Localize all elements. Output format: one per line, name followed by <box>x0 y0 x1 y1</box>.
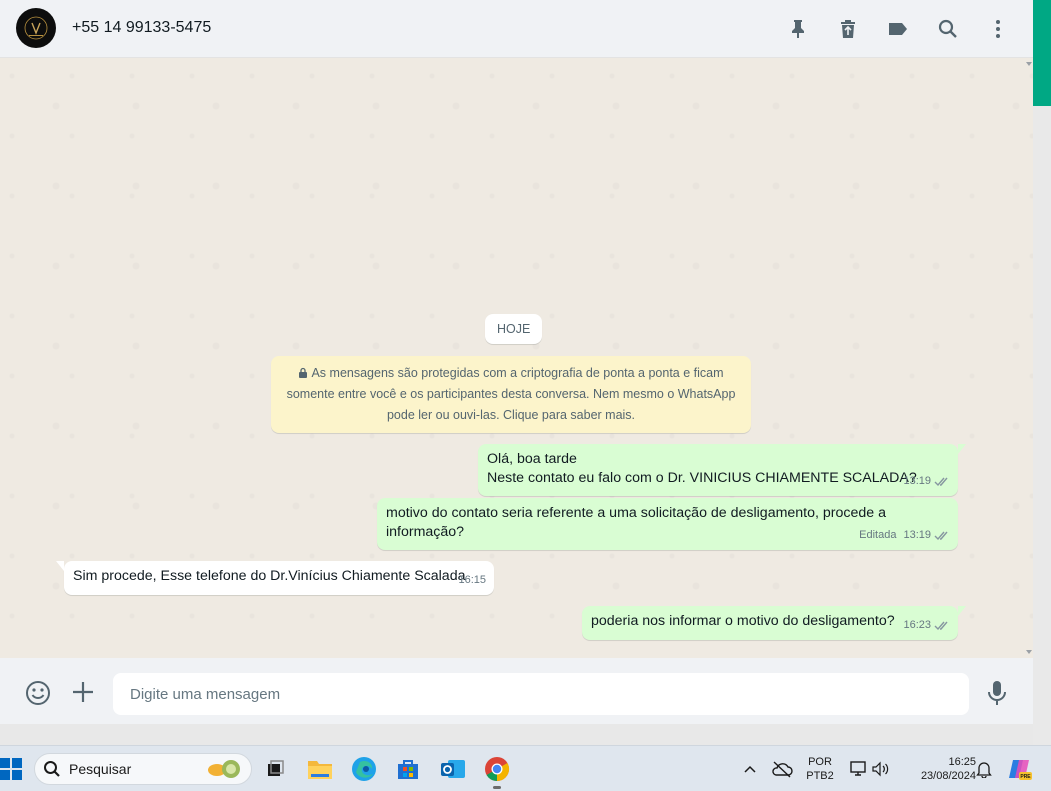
search-icon <box>44 761 60 777</box>
windows-start-icon[interactable] <box>0 758 22 780</box>
search-icon[interactable] <box>933 14 963 44</box>
trash-icon[interactable] <box>833 14 863 44</box>
message-meta: 16:15 <box>458 571 486 590</box>
chat-area[interactable]: HOJE As mensagens são protegidas com a c… <box>0 58 1033 658</box>
message-meta: 16:23 <box>903 616 950 635</box>
cloud-offline-icon[interactable] <box>768 755 796 783</box>
date-chip: HOJE <box>485 314 543 344</box>
keyboard-language[interactable]: POR PTB2 <box>800 755 840 783</box>
language-code: POR <box>808 756 832 768</box>
message-time: 16:23 <box>903 619 931 631</box>
avatar[interactable] <box>16 8 56 48</box>
clock-time: 16:25 <box>948 756 976 768</box>
bubble-tail <box>958 444 966 454</box>
taskbar-clock[interactable]: 16:25 23/08/2024 <box>900 755 976 783</box>
chevron-up-icon[interactable] <box>736 755 764 783</box>
edited-label: Editada <box>859 529 897 541</box>
header-actions <box>783 14 1013 44</box>
taskbar-search-label: Pesquisar <box>69 761 132 777</box>
chrome-icon[interactable] <box>483 755 511 783</box>
copilot-badge-text: PRE <box>1020 774 1031 780</box>
message-text: Sim procede, Esse telefone do Dr.Viníciu… <box>73 568 466 584</box>
pin-icon[interactable] <box>783 14 813 44</box>
read-ticks-icon <box>934 477 948 487</box>
read-ticks-icon <box>934 621 948 631</box>
message-bubble[interactable]: Olá, boa tarde Neste contato eu falo com… <box>478 444 966 496</box>
lock-icon <box>299 367 308 378</box>
message-meta: 13:19 <box>903 472 950 491</box>
message-time: 13:19 <box>903 529 931 541</box>
taskbar-search[interactable]: Pesquisar <box>34 753 252 785</box>
task-view-icon[interactable] <box>261 755 289 783</box>
message-bubble[interactable]: Sim procede, Esse telefone do Dr.Viníciu… <box>56 561 494 595</box>
window-edge <box>1033 0 1051 745</box>
message-meta: Editada 13:19 <box>859 526 950 545</box>
message-input[interactable] <box>113 673 969 715</box>
active-app-indicator-icon <box>493 786 501 789</box>
bubble-tail <box>56 561 64 571</box>
outlook-icon[interactable] <box>439 755 467 783</box>
emoji-icon[interactable] <box>24 679 52 707</box>
message-time: 13:19 <box>903 475 931 487</box>
label-icon[interactable] <box>883 14 913 44</box>
message-text: motivo do contato seria referente a uma … <box>386 505 887 540</box>
message-composer <box>0 658 1033 724</box>
logo-icon <box>24 16 48 40</box>
keyboard-layout: PTB2 <box>806 770 834 782</box>
read-ticks-icon <box>934 531 948 541</box>
message-text: Olá, boa tarde <box>487 451 577 467</box>
copilot-icon[interactable]: PRE <box>1006 755 1034 783</box>
attach-plus-icon[interactable] <box>70 679 96 705</box>
message-text: poderia nos informar o motivo do desliga… <box>591 613 895 629</box>
whatsapp-app: +55 14 99133-5475 HOJE As mensagens são … <box>0 0 1033 724</box>
chat-scrollbar[interactable] <box>1025 58 1033 658</box>
message-text: Neste contato eu falo com o Dr. VINICIUS… <box>487 470 917 486</box>
accent-strip <box>1033 0 1051 106</box>
windows-taskbar: Pesquisar POR PTB2 16:25 23/08/2024 PRE <box>0 745 1051 791</box>
file-explorer-icon[interactable] <box>306 755 334 783</box>
clock-date: 23/08/2024 <box>920 770 976 782</box>
bubble-tail <box>958 606 966 616</box>
message-bubble[interactable]: poderia nos informar o motivo do desliga… <box>582 606 966 640</box>
volume-icon[interactable] <box>867 755 895 783</box>
encryption-notice-text: As mensagens são protegidas com a cripto… <box>286 366 736 422</box>
message-time: 16:15 <box>458 574 486 586</box>
search-highlight-icon <box>205 758 245 780</box>
menu-icon[interactable] <box>983 14 1013 44</box>
encryption-notice[interactable]: As mensagens são protegidas com a cripto… <box>271 356 751 433</box>
notifications-bell-icon[interactable] <box>970 755 998 783</box>
message-bubble[interactable]: motivo do contato seria referente a uma … <box>377 498 958 550</box>
edge-browser-icon[interactable] <box>350 755 378 783</box>
mic-icon[interactable] <box>986 680 1008 706</box>
microsoft-store-icon[interactable] <box>394 755 422 783</box>
contact-name[interactable]: +55 14 99133-5475 <box>72 19 211 37</box>
chat-header: +55 14 99133-5475 <box>0 0 1033 58</box>
